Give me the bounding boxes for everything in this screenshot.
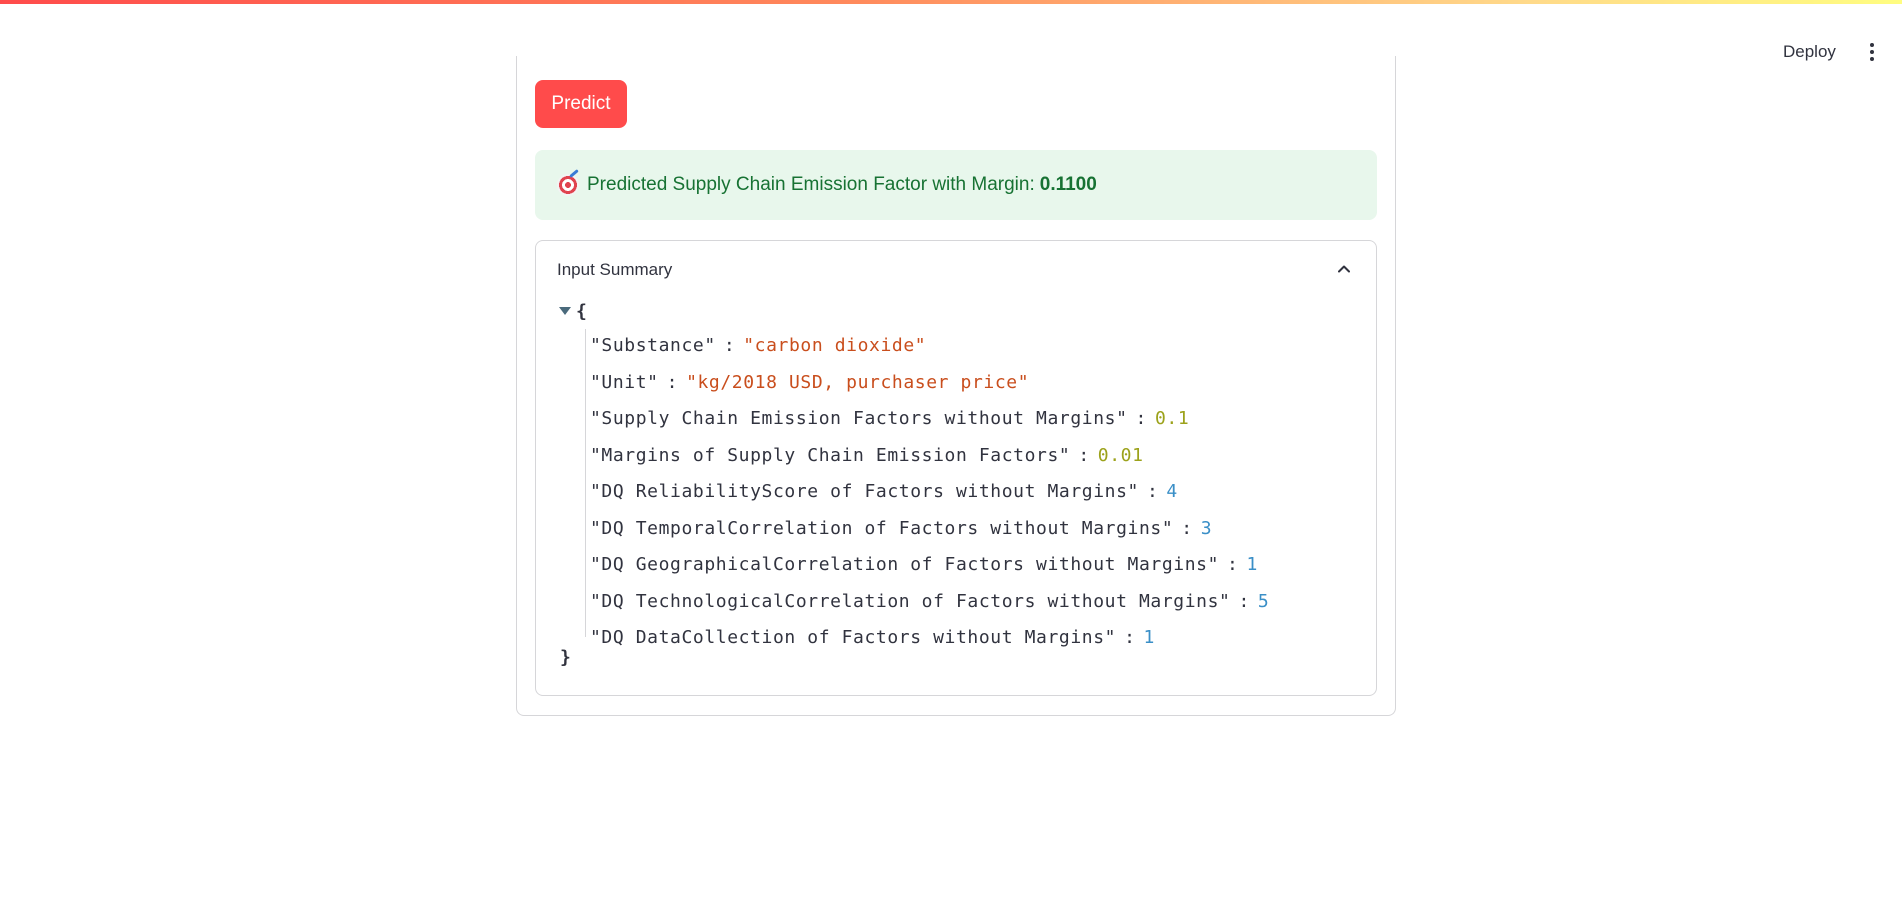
json-entry: "DQ ReliabilityScore of Factors without … [590,481,1178,507]
json-key: "DQ TechnologicalCorrelation of Factors … [590,590,1231,612]
json-entry: "Margins of Supply Chain Emission Factor… [590,445,1144,471]
json-colon: : [1181,517,1193,539]
json-key: "DQ TemporalCorrelation of Factors witho… [590,517,1174,539]
json-colon: : [666,371,679,393]
input-summary-expander: Input Summary { "Substance": "carbon diox… [535,240,1377,696]
json-key: "DQ GeographicalCorrelation of Factors w… [590,554,1220,575]
json-key: "Margins of Supply Chain Emission Factor… [590,444,1071,466]
json-entry: "Substance": "carbon dioxide" [590,335,926,361]
main-menu-button[interactable] [1862,36,1882,68]
json-colon: : [1078,444,1090,466]
json-open-brace: { [576,301,587,322]
json-key: "Substance" [590,335,716,356]
prediction-value: 0.1100 [1039,174,1097,195]
json-key: "DQ ReliabilityScore of Factors without … [590,481,1139,502]
json-key: "DQ DataCollection of Factors without Ma… [590,627,1117,648]
json-colon: : [1146,481,1159,502]
json-value: 1 [1246,554,1258,575]
json-entry: "Supply Chain Emission Factors without M… [590,408,1189,434]
json-entry: "Unit": "kg/2018 USD, purchaser price" [590,372,1029,398]
json-colon: : [1227,554,1239,575]
chevron-up-icon [1338,265,1350,273]
predict-button[interactable]: Predict [535,80,627,128]
json-value: 1 [1143,627,1155,648]
json-entry: "DQ TechnologicalCorrelation of Factors … [590,591,1269,617]
json-colon: : [723,335,736,356]
json-entry: "DQ DataCollection of Factors without Ma… [590,627,1155,653]
json-value: 4 [1166,481,1178,502]
prediction-success-alert: Predicted Supply Chain Emission Factor w… [535,150,1377,220]
json-value: 3 [1200,517,1213,539]
json-value: 0.01 [1097,444,1144,466]
deploy-button[interactable]: Deploy [1773,36,1846,68]
json-value: "carbon dioxide" [743,335,927,356]
json-entry: "DQ GeographicalCorrelation of Factors w… [590,554,1258,580]
vertical-ellipsis-icon [1870,43,1874,47]
json-entry: "DQ TemporalCorrelation of Factors witho… [590,518,1212,544]
input-summary-toggle[interactable]: Input Summary [536,241,1376,297]
json-colon: : [1238,590,1250,612]
prediction-label: Predicted Supply Chain Emission Factor w… [587,174,1035,195]
input-summary-title: Input Summary [557,260,673,279]
target-icon [557,174,579,196]
json-value: 5 [1257,590,1270,612]
json-indent-rail [585,329,586,637]
json-colon: : [1135,408,1147,429]
json-colon: : [1124,627,1136,648]
collapse-triangle-icon[interactable] [559,307,571,315]
json-value: 0.1 [1154,408,1190,429]
json-key: "Unit" [590,371,659,393]
json-key: "Supply Chain Emission Factors without M… [590,408,1128,429]
json-close-brace: } [560,647,571,668]
json-value: "kg/2018 USD, purchaser price" [686,371,1030,393]
